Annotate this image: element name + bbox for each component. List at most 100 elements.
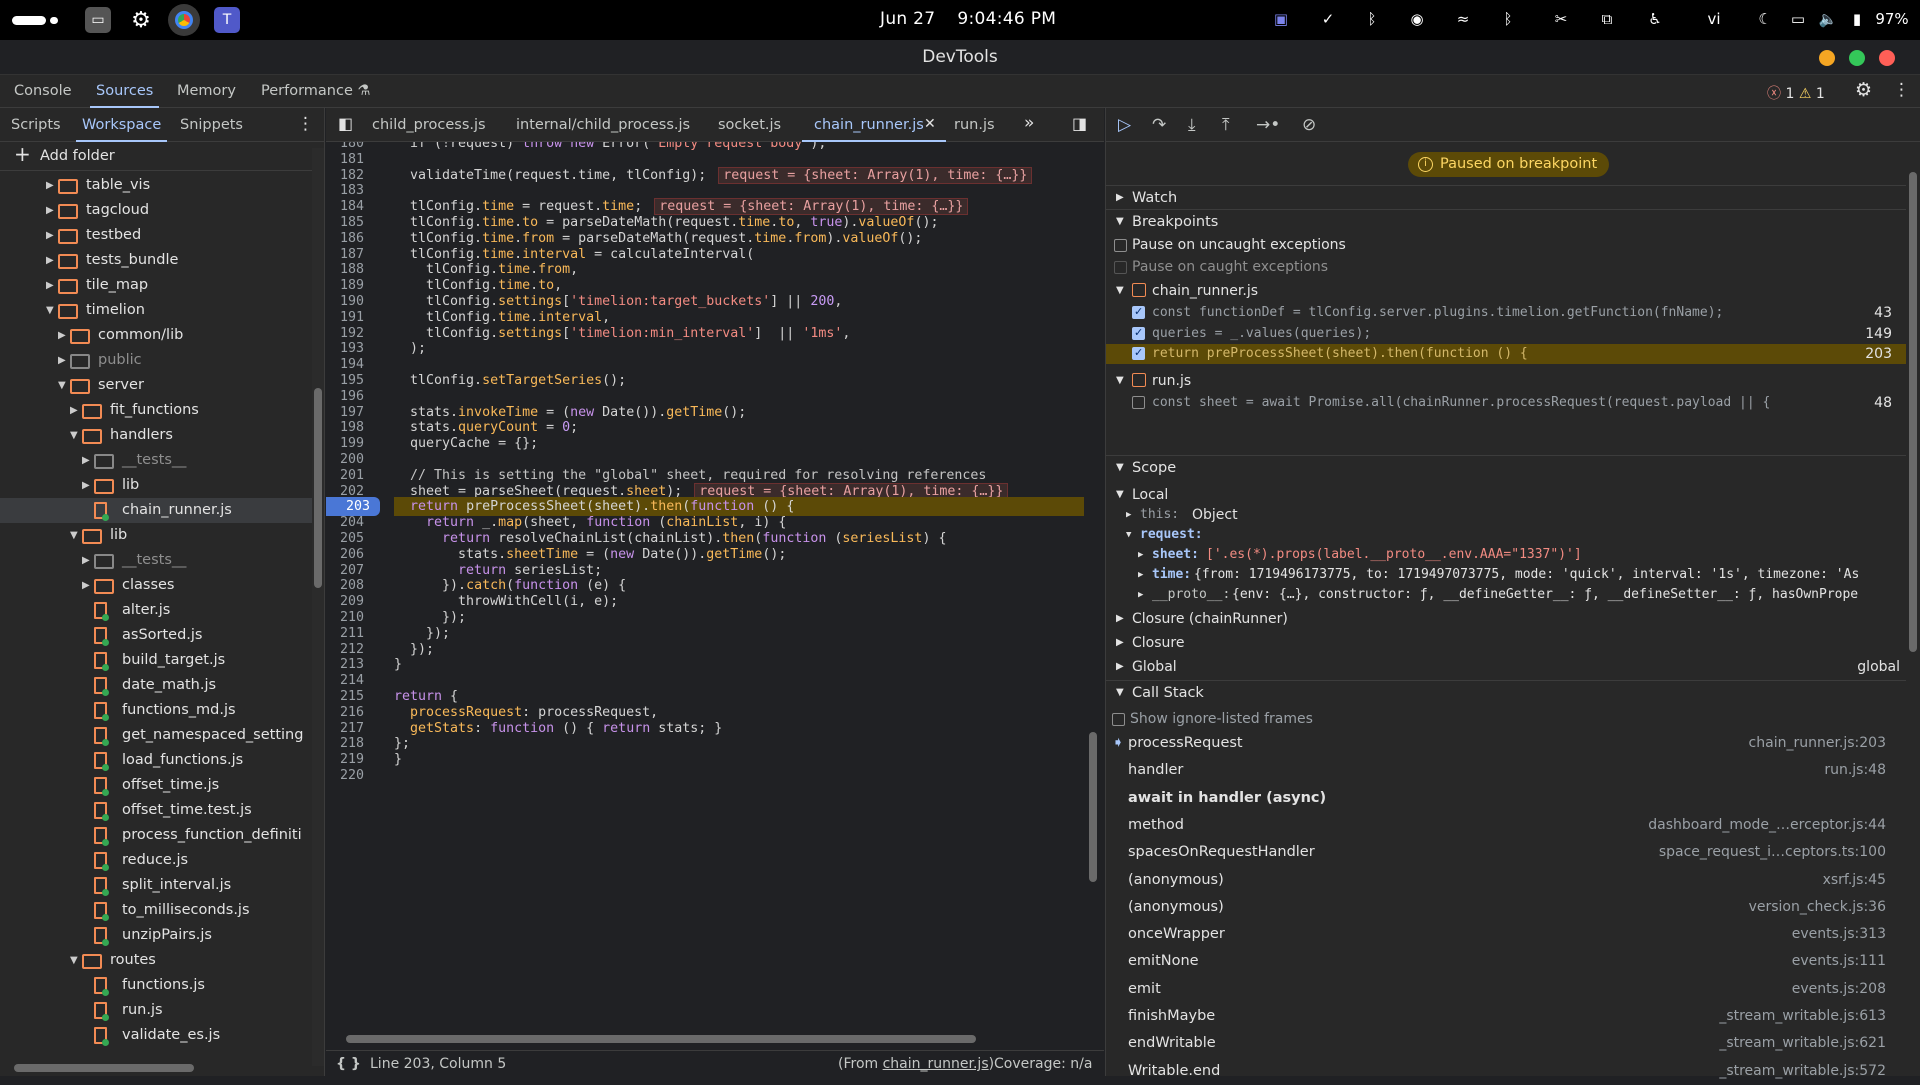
navigator-hscrollbar[interactable] (0, 1061, 312, 1075)
navigator-scrollbar[interactable] (312, 148, 324, 1066)
volume-icon[interactable]: 🔈 (1817, 10, 1839, 28)
scope-closure[interactable]: ▶ Closure (1106, 632, 1906, 654)
pretty-print-icon[interactable]: { } (336, 1051, 361, 1077)
scope-closure-chainrunner[interactable]: ▶ Closure (chainRunner) (1106, 608, 1906, 630)
call-frame[interactable]: ➧ processRequest chain_runner.js:203 (1106, 730, 1906, 757)
show-ignore-listed-checkbox[interactable] (1112, 713, 1125, 726)
tree-folder[interactable]: ▶ common/lib (0, 323, 312, 348)
breakpoint-checkbox[interactable] (1132, 395, 1145, 409)
watch-section[interactable]: ▶ Watch (1106, 185, 1906, 209)
collapsed-arrow-icon[interactable]: ▶ (82, 473, 90, 498)
call-frame[interactable]: method dashboard_mode_…erceptor.js:44 (1106, 812, 1906, 839)
call-frame[interactable]: emitNone events.js:111 (1106, 948, 1906, 975)
tree-folder[interactable]: ▼ handlers (0, 423, 312, 448)
tree-file[interactable]: load_functions.js (0, 748, 312, 773)
breakpoint-item[interactable]: const sheet = await Promise.all(chainRun… (1106, 393, 1906, 413)
tree-file[interactable]: validate_es.js (0, 1023, 312, 1048)
file-tab-socket[interactable]: socket.js (718, 117, 781, 133)
resume-icon[interactable]: ▷ (1118, 115, 1131, 135)
collapsed-arrow-icon[interactable]: ▶ (46, 223, 54, 248)
collapsed-arrow-icon[interactable]: ▶ (70, 398, 78, 423)
file-tab-internal-child-process[interactable]: internal/child_process.js (516, 117, 690, 133)
tree-file[interactable]: asSorted.js (0, 623, 312, 648)
more-options-icon[interactable]: ⋮ (1893, 80, 1910, 100)
frame-location[interactable]: xsrf.js:45 (1823, 867, 1886, 894)
step-into-icon[interactable]: ⤓ (1188, 115, 1196, 135)
tree-file[interactable]: alter.js (0, 598, 312, 623)
scope-time[interactable]: ▶ time: {from: 1719496173775, to: 17194970… (1106, 564, 1906, 586)
tree-folder[interactable]: ▶ lib (0, 473, 312, 498)
discord-icon[interactable]: ◉ (1406, 10, 1428, 28)
source-origin-link[interactable]: chain_runner.js (883, 1056, 989, 1072)
breakpoint-file[interactable]: ▼ chain_runner.js (1106, 279, 1906, 303)
tree-folder[interactable]: ▼ lib (0, 523, 312, 548)
accessibility-icon[interactable]: ♿ (1644, 10, 1666, 28)
collapsed-arrow-icon[interactable]: ▶ (82, 448, 90, 473)
file-tab-child-process[interactable]: child_process.js (372, 117, 486, 133)
tree-folder[interactable]: ▶ __tests__ (0, 448, 312, 473)
night-mode-icon[interactable]: ☾ (1754, 10, 1776, 28)
settings-gear-icon[interactable]: ⚙ (1855, 79, 1872, 101)
teams-icon[interactable]: T (214, 7, 240, 33)
deactivate-breakpoints-icon[interactable]: ⊘ (1302, 115, 1316, 135)
tab-performance[interactable]: Performance ⚗ (261, 83, 371, 99)
breakpoint-checkbox[interactable] (1132, 303, 1145, 322)
frame-location[interactable]: dashboard_mode_…erceptor.js:44 (1648, 812, 1886, 839)
tree-folder[interactable]: ▼ timelion (0, 298, 312, 323)
scope-proto[interactable]: ▶ __proto__: {env: {…}, constructor: ƒ, __… (1106, 584, 1906, 606)
navigator-menu-icon[interactable]: ⋮ (297, 114, 314, 134)
bluetooth-icon[interactable]: ᛒ (1361, 10, 1383, 28)
tab-console[interactable]: Console (14, 83, 72, 99)
frame-location[interactable]: space_request_i…ceptors.ts:100 (1659, 839, 1886, 866)
maximize-button[interactable] (1849, 50, 1865, 66)
bluetooth-tray-icon[interactable]: ᛒ (1497, 10, 1519, 28)
battery-icon[interactable]: ▮ (1846, 10, 1868, 28)
tab-sources[interactable]: Sources (89, 83, 160, 108)
scope-local[interactable]: ▼ Local (1106, 484, 1906, 506)
call-frame[interactable]: Writable.end _stream_writable.js:572 (1106, 1058, 1906, 1085)
tree-folder[interactable]: ▶ table_vis (0, 173, 312, 198)
tree-file[interactable]: functions.js (0, 973, 312, 998)
collapsed-arrow-icon[interactable]: ▶ (46, 173, 54, 198)
collapsed-arrow-icon[interactable]: ▶ (82, 548, 90, 573)
scope-this[interactable]: ▶ this: Object (1106, 504, 1906, 526)
call-frame[interactable]: (anonymous) version_check.js:36 (1106, 894, 1906, 921)
tab-memory[interactable]: Memory (177, 83, 236, 99)
tree-file[interactable]: unzipPairs.js (0, 923, 312, 948)
scope-section[interactable]: ▼ Scope (1106, 455, 1906, 479)
tab-snippets[interactable]: Snippets (180, 117, 243, 133)
tree-file[interactable]: run.js (0, 998, 312, 1023)
toggle-debugger-icon[interactable]: ◨ (1072, 114, 1087, 133)
editor-hscrollbar[interactable] (340, 1032, 1076, 1046)
frame-location[interactable]: _stream_writable.js:621 (1719, 1030, 1886, 1057)
frame-location[interactable]: events.js:313 (1792, 921, 1886, 948)
collapsed-arrow-icon[interactable]: ▶ (58, 348, 66, 373)
keyboard-language[interactable]: vi (1703, 10, 1725, 28)
tree-file[interactable]: reduce.js (0, 848, 312, 873)
close-button[interactable] (1879, 50, 1895, 66)
collapsed-arrow-icon[interactable]: ▶ (82, 573, 90, 598)
step-icon[interactable]: →• (1256, 115, 1280, 135)
tree-folder[interactable]: ▼ server (0, 373, 312, 398)
tree-file[interactable]: process_function_definiti (0, 823, 312, 848)
call-frame[interactable]: handler run.js:48 (1106, 757, 1906, 784)
issues-counter[interactable]: ⓧ 1 ⚠ 1 (1767, 83, 1825, 103)
check-tray-icon[interactable]: ✓ (1317, 10, 1339, 28)
tree-file[interactable]: split_interval.js (0, 873, 312, 898)
breakpoint-file[interactable]: ▼ run.js (1106, 369, 1906, 393)
frame-location[interactable]: _stream_writable.js:613 (1719, 1003, 1886, 1030)
frame-location[interactable]: events.js:111 (1792, 948, 1886, 975)
tree-folder[interactable]: ▶ tests_bundle (0, 248, 312, 273)
step-out-icon[interactable]: ⤒ (1222, 115, 1230, 135)
close-tab-icon[interactable]: ✕ (924, 116, 936, 132)
screen-share-icon[interactable]: ⧉ (1596, 10, 1618, 28)
tree-file[interactable]: to_milliseconds.js (0, 898, 312, 923)
tree-folder[interactable]: ▶ tagcloud (0, 198, 312, 223)
step-over-icon[interactable]: ↷ (1152, 115, 1166, 135)
tree-folder[interactable]: ▶ public (0, 348, 312, 373)
toggle-navigator-icon[interactable]: ◧ (338, 114, 353, 133)
settings-icon[interactable]: ⚙ (128, 7, 154, 33)
expanded-arrow-icon[interactable]: ▼ (58, 373, 66, 398)
sidebar-scrollbar[interactable] (1906, 152, 1920, 1062)
call-frame[interactable]: onceWrapper events.js:313 (1106, 921, 1906, 948)
